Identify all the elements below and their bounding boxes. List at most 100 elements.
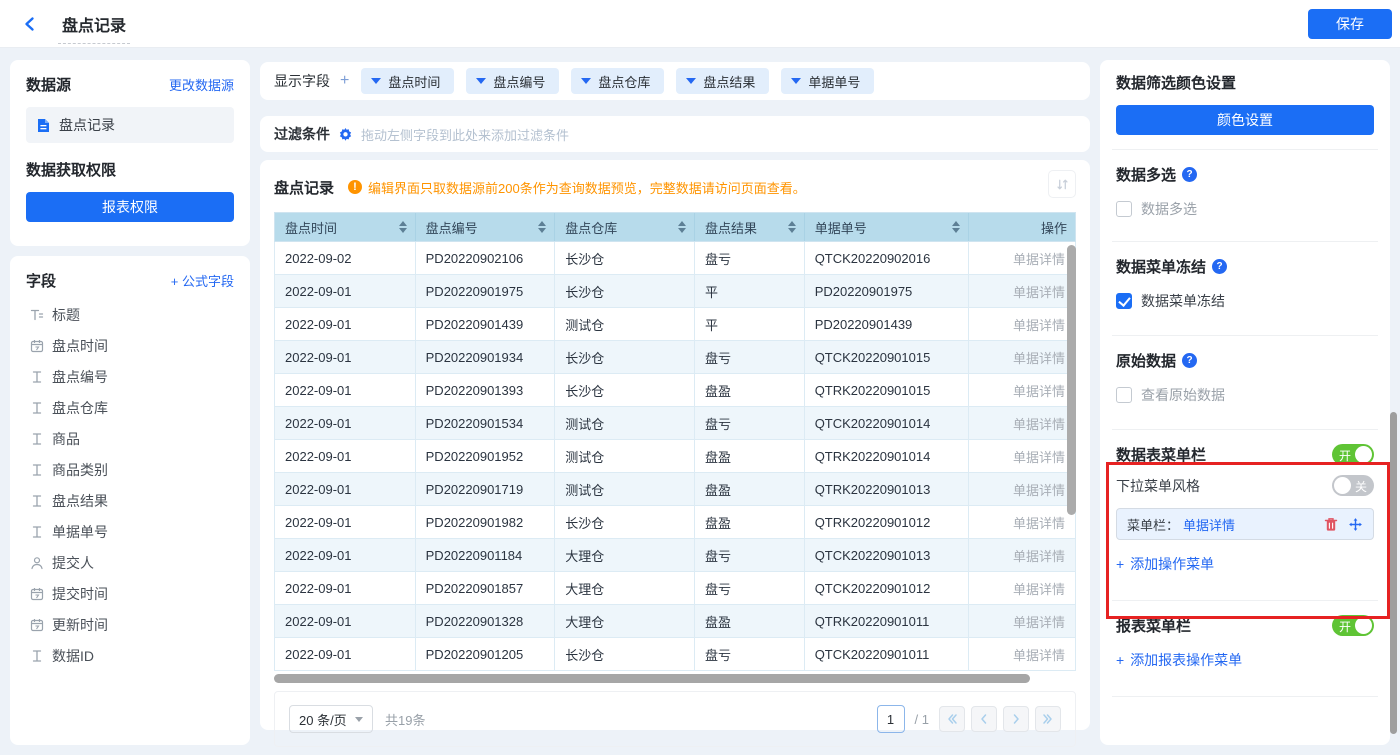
row-detail-link[interactable]: 单据详情: [1013, 579, 1065, 598]
datasource-item[interactable]: 盘点记录: [26, 107, 234, 143]
sort-arrows-icon[interactable]: [788, 221, 796, 233]
row-detail-link[interactable]: 单据详情: [1013, 381, 1065, 400]
table-row: 2022-09-01PD20220901205长沙仓盘亏QTCK20220901…: [274, 638, 1076, 671]
row-detail-link[interactable]: 单据详情: [1013, 645, 1065, 664]
page-size-value: 20 条/页: [299, 710, 347, 729]
row-detail-link[interactable]: 单据详情: [1013, 282, 1065, 301]
report-permission-button[interactable]: 报表权限: [26, 192, 234, 222]
last-page-button[interactable]: [1035, 706, 1061, 732]
menu-freeze-checkbox[interactable]: [1116, 293, 1132, 309]
add-action-menu-link[interactable]: + 添加操作菜单: [1116, 554, 1214, 574]
row-detail-link[interactable]: 单据详情: [1013, 513, 1065, 532]
display-fields-bar: 显示字段 + 盘点时间盘点编号盘点仓库盘点结果单据单号: [260, 62, 1090, 100]
raw-data-checkbox-row[interactable]: 查看原始数据: [1116, 385, 1374, 405]
table-row: 2022-09-01PD20220901857大理仓盘亏QTCK20220901…: [274, 572, 1076, 605]
field-item[interactable]: 商品类别: [26, 454, 234, 485]
report-menubar-toggle[interactable]: 开: [1332, 615, 1374, 636]
back-button[interactable]: [16, 10, 44, 38]
table-cell: 2022-09-01: [275, 638, 416, 670]
display-field-chip[interactable]: 盘点时间: [361, 68, 454, 94]
field-item[interactable]: 盘点结果: [26, 485, 234, 516]
multi-select-checkbox[interactable]: [1116, 201, 1132, 217]
table-row: 2022-09-01PD20220901439测试仓平PD20220901439…: [274, 308, 1076, 341]
sort-arrows-icon[interactable]: [538, 221, 546, 233]
row-detail-link[interactable]: 单据详情: [1013, 414, 1065, 433]
field-item-label: 盘点结果: [52, 491, 108, 511]
row-detail-link[interactable]: 单据详情: [1013, 612, 1065, 631]
column-header-label: 盘点时间: [285, 218, 337, 237]
column-header[interactable]: 单据单号: [805, 213, 970, 241]
current-page-input[interactable]: 1: [877, 705, 905, 733]
add-formula-field-link[interactable]: + 公式字段: [171, 271, 234, 290]
first-page-button[interactable]: [939, 706, 965, 732]
sort-arrows-icon[interactable]: [952, 221, 960, 233]
fields-title: 字段: [26, 270, 56, 291]
next-page-button[interactable]: [1003, 706, 1029, 732]
table-menubar-toggle[interactable]: 开: [1332, 444, 1374, 465]
text-icon: [30, 494, 44, 508]
table-cell: 长沙仓: [555, 341, 695, 373]
gear-icon[interactable]: [338, 127, 353, 142]
display-field-chip[interactable]: 盘点仓库: [571, 68, 664, 94]
text-icon: [30, 432, 44, 446]
menu-freeze-checkbox-row[interactable]: 数据菜单冻结: [1116, 291, 1374, 311]
field-item-label: 盘点仓库: [52, 398, 108, 418]
table-cell-action: 单据详情: [969, 605, 1075, 637]
field-item[interactable]: 商品: [26, 423, 234, 454]
sort-arrows-icon[interactable]: [399, 221, 407, 233]
column-header[interactable]: 操作: [969, 213, 1075, 241]
table-horizontal-scrollbar[interactable]: [274, 674, 1030, 683]
sort-order-icon[interactable]: [1048, 170, 1076, 198]
chip-label: 盘点编号: [493, 72, 545, 91]
display-field-chip[interactable]: 盘点编号: [466, 68, 559, 94]
display-field-chip[interactable]: 盘点结果: [676, 68, 769, 94]
change-datasource-link[interactable]: 更改数据源: [169, 75, 234, 94]
field-item[interactable]: 盘点仓库: [26, 392, 234, 423]
toggle-off-label: 关: [1355, 478, 1367, 495]
divider: [1112, 600, 1378, 601]
column-header[interactable]: 盘点结果: [695, 213, 805, 241]
multi-select-checkbox-row[interactable]: 数据多选: [1116, 199, 1374, 219]
field-item[interactable]: 标题: [26, 299, 234, 330]
help-icon[interactable]: ?: [1212, 259, 1227, 274]
column-header[interactable]: 盘点时间: [275, 213, 416, 241]
help-icon[interactable]: ?: [1182, 167, 1197, 182]
field-item[interactable]: 单据单号: [26, 516, 234, 547]
toggle-on-label: 开: [1339, 618, 1351, 635]
field-item[interactable]: 盘点编号: [26, 361, 234, 392]
color-settings-button[interactable]: 颜色设置: [1116, 105, 1374, 135]
trash-icon[interactable]: [1324, 517, 1338, 532]
menubar-item-link[interactable]: 单据详情: [1183, 515, 1235, 534]
field-item[interactable]: 盘点时间: [26, 330, 234, 361]
settings-panel-scrollbar[interactable]: [1390, 412, 1397, 734]
raw-data-checkbox[interactable]: [1116, 387, 1132, 403]
field-item-label: 商品: [52, 429, 80, 449]
column-header[interactable]: 盘点编号: [416, 213, 556, 241]
row-detail-link[interactable]: 单据详情: [1013, 447, 1065, 466]
table-cell: 平: [695, 308, 805, 340]
page-size-select[interactable]: 20 条/页: [289, 705, 373, 733]
column-header[interactable]: 盘点仓库: [555, 213, 695, 241]
prev-page-button[interactable]: [971, 706, 997, 732]
dropdown-style-toggle[interactable]: 关: [1332, 475, 1374, 496]
move-icon[interactable]: [1348, 517, 1363, 532]
datasource-title: 数据源: [26, 74, 71, 95]
field-item[interactable]: 提交人: [26, 547, 234, 578]
field-item[interactable]: 数据ID: [26, 640, 234, 671]
add-report-action-menu-link[interactable]: + 添加报表操作菜单: [1116, 650, 1242, 670]
display-field-chip[interactable]: 单据单号: [781, 68, 874, 94]
field-item[interactable]: 提交时间: [26, 578, 234, 609]
sort-arrows-icon[interactable]: [678, 221, 686, 233]
help-icon[interactable]: ?: [1182, 353, 1197, 368]
save-button[interactable]: 保存: [1308, 9, 1392, 39]
add-display-field-button[interactable]: +: [340, 72, 349, 90]
table-cell: 盘盈: [695, 374, 805, 406]
row-detail-link[interactable]: 单据详情: [1013, 249, 1065, 268]
row-detail-link[interactable]: 单据详情: [1013, 315, 1065, 334]
row-detail-link[interactable]: 单据详情: [1013, 480, 1065, 499]
table-vertical-scrollbar[interactable]: [1067, 245, 1076, 515]
field-item[interactable]: 更新时间: [26, 609, 234, 640]
row-detail-link[interactable]: 单据详情: [1013, 348, 1065, 367]
row-detail-link[interactable]: 单据详情: [1013, 546, 1065, 565]
table-cell: 长沙仓: [555, 638, 695, 670]
